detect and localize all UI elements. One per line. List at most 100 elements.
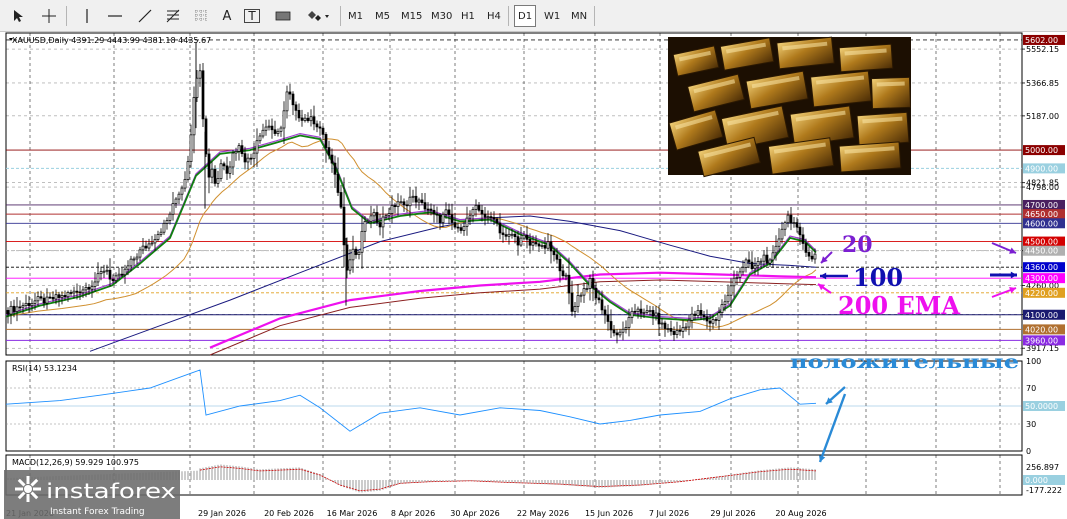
candle-body [726, 294, 730, 303]
rsi-tick-label: 30 [1026, 420, 1036, 429]
horizontal-line-icon[interactable] [104, 5, 126, 27]
candle-body [276, 130, 280, 134]
candle-body [48, 296, 52, 299]
rsi-value-label: 50.0000 [1025, 402, 1058, 411]
candle-body [459, 227, 463, 231]
price-tick-label: 5366.85 [1026, 79, 1059, 88]
candle-body [177, 193, 181, 200]
ma20-annotation: 20 [842, 232, 873, 258]
timeframe-h4[interactable]: H4 [484, 5, 504, 27]
candle-body [468, 215, 472, 219]
candle-body [171, 203, 175, 215]
candle-body [675, 330, 679, 335]
candle-body [573, 306, 577, 312]
candle-body [297, 110, 301, 119]
candle-body [693, 313, 697, 316]
candle-body [684, 326, 688, 329]
rectangle-icon[interactable] [272, 5, 294, 27]
trendline-icon[interactable] [134, 5, 156, 27]
candle-body [81, 289, 85, 294]
candle-body [117, 273, 121, 277]
candle-body [786, 214, 790, 224]
timeframe-w1[interactable]: W1 [541, 5, 563, 27]
candle-body [813, 253, 817, 260]
candle-body [585, 288, 589, 290]
candle-body [504, 234, 508, 237]
timeframe-d1[interactable]: D1 [514, 5, 537, 27]
candle-body [69, 292, 73, 294]
crosshair-icon[interactable] [38, 5, 60, 27]
candle-body [699, 310, 703, 316]
price-tick-label: 5552.15 [1026, 45, 1059, 54]
fibonacci-icon[interactable] [162, 5, 184, 27]
candle-body [180, 187, 184, 195]
time-axis-label: 7 Jul 2026 [649, 509, 689, 518]
candle-body [810, 255, 814, 260]
candle-body [738, 271, 742, 278]
candle-body [399, 201, 403, 204]
price-level-label: 4700.00 [1025, 201, 1058, 210]
candle-body [342, 206, 346, 246]
text-label-icon[interactable]: T [244, 9, 260, 23]
candle-body [759, 260, 763, 263]
timeframe-m5[interactable]: M5 [372, 5, 393, 27]
candle-body [432, 209, 436, 215]
timeframe-m15[interactable]: M15 [398, 5, 425, 27]
candle-body [102, 270, 106, 273]
candle-body [480, 209, 484, 215]
candle-body [555, 254, 559, 260]
candle-body [807, 252, 811, 257]
candle-body [723, 301, 727, 306]
candle-body [750, 261, 754, 270]
candle-body [243, 153, 247, 163]
candle-body [375, 212, 379, 223]
candle-body [516, 236, 520, 246]
candle-body [711, 319, 715, 324]
text-tool-icon[interactable]: A [216, 5, 238, 27]
watermark-tagline: Instant Forex Trading [50, 507, 145, 517]
candle-body [729, 285, 733, 296]
candle-body [663, 322, 667, 329]
candle-body [408, 196, 412, 207]
shapes-dropdown-icon[interactable] [304, 5, 334, 27]
candle-body [141, 245, 145, 251]
candle-body [627, 317, 631, 328]
candle-body [282, 110, 286, 129]
candle-body [681, 327, 685, 332]
price-level-label: 5000.00 [1025, 146, 1058, 155]
candle-body [294, 104, 298, 111]
timeframe-h1[interactable]: H1 [458, 5, 478, 27]
candle-body [225, 165, 229, 174]
candle-body [87, 286, 91, 290]
candle-body [132, 258, 136, 261]
candle-body [30, 303, 34, 306]
price-level-label: 3960.00 [1025, 336, 1058, 345]
grid-channel-icon[interactable] [190, 5, 212, 27]
candle-body [234, 151, 238, 154]
vertical-line-icon[interactable] [76, 5, 98, 27]
candle-body [753, 265, 757, 270]
candle-body [72, 290, 76, 294]
candle-body [612, 329, 616, 334]
toolbar: A T M1 M5 M15 M30 H1 H4 D1 W1 MN [0, 0, 1067, 32]
candle-body [687, 319, 691, 328]
candle-body [489, 216, 493, 218]
timeframe-m1[interactable]: M1 [345, 5, 366, 27]
candle-body [609, 321, 613, 331]
candle-body [159, 231, 163, 235]
time-axis-label: 16 Mar 2026 [327, 509, 378, 518]
timeframe-m30[interactable]: M30 [428, 5, 455, 27]
candle-body [642, 312, 646, 314]
cursor-icon[interactable] [8, 5, 30, 27]
candle-body [465, 217, 469, 227]
candle-body [495, 218, 499, 224]
candle-body [708, 320, 712, 324]
candle-body [57, 294, 61, 298]
candle-body [558, 258, 562, 272]
candle-body [441, 213, 445, 224]
candle-body [336, 173, 340, 193]
candle-body [222, 163, 226, 167]
timeframe-mn[interactable]: MN [568, 5, 590, 27]
candle-body [618, 331, 622, 336]
chart-area[interactable]: 5552.155366.855187.004821.854798.004450.… [0, 32, 1067, 519]
